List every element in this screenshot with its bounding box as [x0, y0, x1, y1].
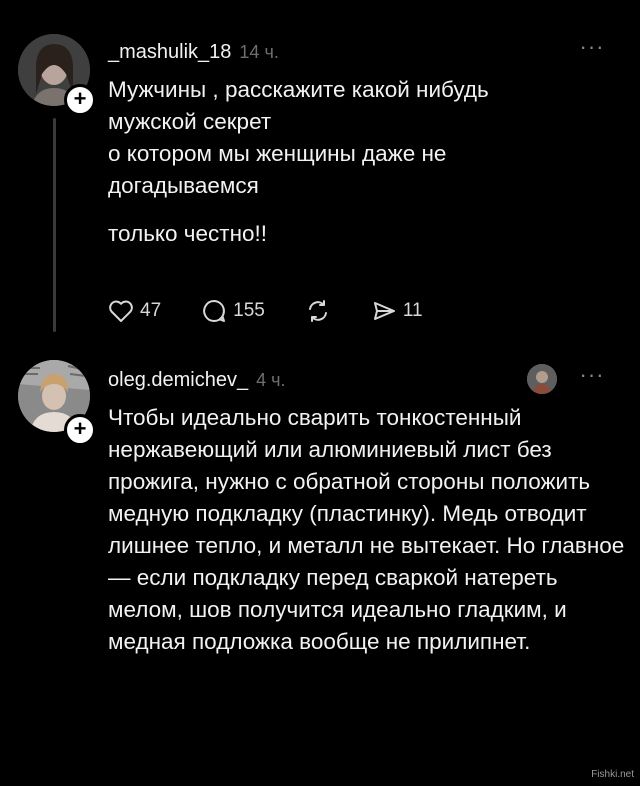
heart-icon — [108, 299, 134, 323]
send-icon — [371, 298, 397, 324]
reply-text: Чтобы идеально сварить тонкостенный нерж… — [108, 405, 625, 654]
post-text-line: о котором мы женщины даже не — [108, 141, 447, 166]
timestamp: 14 ч. — [239, 42, 279, 62]
comment-button[interactable]: 155 — [201, 298, 265, 324]
share-count: 11 — [402, 300, 423, 321]
post-text-line: мужской секрет — [108, 109, 272, 134]
comment-count: 155 — [233, 300, 265, 321]
post-header: oleg.demichev_ 4 ч. — [108, 364, 285, 396]
post-original: + _mashulik_18 14 ч. ··· Мужчины , расска… — [0, 0, 640, 350]
more-horizontal-icon[interactable]: ··· — [578, 364, 606, 388]
reaction-avatar-icon — [527, 364, 557, 394]
repost-button[interactable] — [305, 298, 331, 324]
post-text-line: Мужчины , расскажите какой нибудь — [108, 77, 489, 102]
post-text-extra: только честно!! — [108, 221, 268, 246]
follow-plus-icon[interactable]: + — [64, 414, 96, 446]
username[interactable]: _mashulik_18 — [108, 41, 231, 63]
username[interactable]: oleg.demichev_ — [108, 369, 248, 391]
share-button[interactable]: 11 — [371, 298, 423, 324]
more-horizontal-icon[interactable]: ··· — [578, 36, 606, 60]
action-bar: 47 155 11 — [108, 296, 463, 326]
like-button[interactable]: 47 — [108, 299, 161, 323]
post-text: Мужчины , расскажите какой нибудь мужско… — [108, 74, 623, 250]
post-reply: + oleg.demichev_ 4 ч. ··· Чтобы идеально … — [0, 350, 640, 786]
post-text-line: догадываемся — [108, 173, 259, 198]
timestamp: 4 ч. — [256, 370, 286, 390]
watermark: Fishki.net — [591, 769, 634, 780]
post-header: _mashulik_18 14 ч. — [108, 36, 279, 68]
comment-icon — [201, 298, 227, 324]
like-count: 47 — [140, 300, 162, 321]
follow-plus-icon[interactable]: + — [64, 84, 96, 116]
thread-line — [53, 118, 56, 332]
repost-icon — [305, 298, 331, 324]
